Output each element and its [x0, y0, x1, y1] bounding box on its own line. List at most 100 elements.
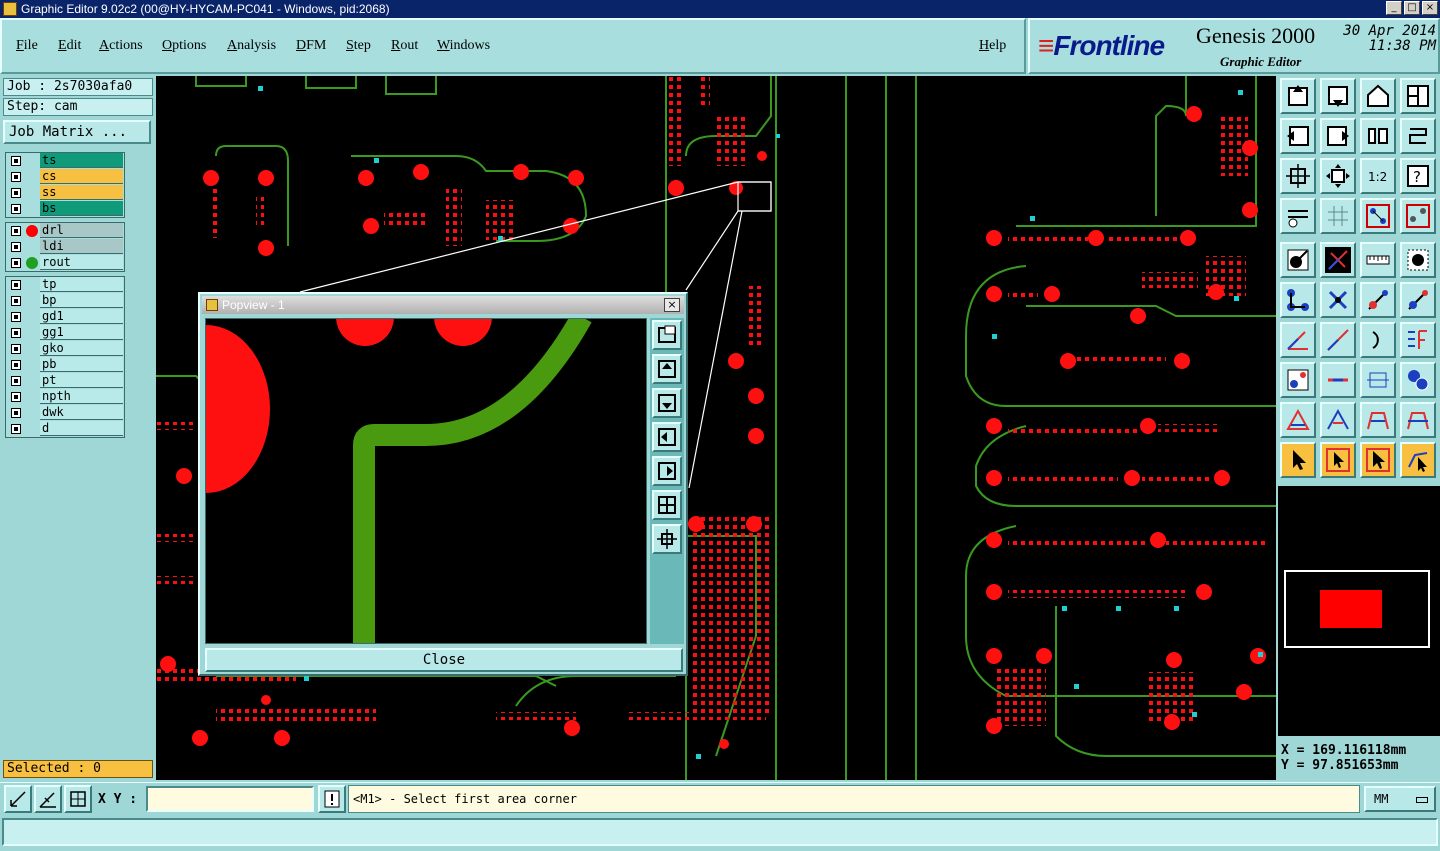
snap-layers-icon[interactable] [1360, 198, 1396, 234]
move-down-icon[interactable] [1320, 78, 1356, 114]
layer-checkbox[interactable] [11, 424, 21, 434]
snap-corner-icon[interactable] [4, 785, 32, 813]
layer-row-rout[interactable]: rout [6, 255, 124, 271]
xy-input[interactable] [146, 786, 314, 812]
menu-step[interactable]: Step [346, 38, 371, 54]
menu-rout[interactable]: Rout [391, 38, 418, 54]
menu-options[interactable]: Options [162, 38, 206, 54]
connect-pads-icon[interactable] [1280, 282, 1316, 318]
snap-angle-icon[interactable] [34, 785, 62, 813]
select-pointer-alt-icon[interactable] [1360, 442, 1396, 478]
zoom-home-icon[interactable] [1280, 158, 1316, 194]
popview-pan-left-button[interactable] [652, 422, 682, 452]
redraw-icon[interactable] [1400, 118, 1436, 154]
angle-line-icon[interactable] [1280, 322, 1316, 358]
grid-icon[interactable] [1320, 198, 1356, 234]
menu-edit[interactable]: Edit [58, 38, 81, 54]
layer-row-ldi[interactable]: ldi [6, 239, 124, 255]
layer-checkbox[interactable] [11, 328, 21, 338]
house-icon[interactable] [1360, 78, 1396, 114]
layer-checkbox[interactable] [11, 280, 21, 290]
layer-row-cs[interactable]: cs [6, 169, 124, 185]
layer-checkbox[interactable] [11, 226, 21, 236]
layer-row-ss[interactable]: ss [6, 185, 124, 201]
minimize-button[interactable]: _ [1386, 1, 1402, 15]
snap-grid-icon[interactable] [64, 785, 92, 813]
pan-right-icon[interactable] [1320, 118, 1356, 154]
popview-close-icon[interactable]: × [664, 298, 680, 312]
layer-row-d[interactable]: d [6, 421, 124, 437]
measure-icon[interactable] [1320, 242, 1356, 278]
select-pointer-icon[interactable] [1280, 442, 1316, 478]
line-pad-alt-icon[interactable] [1400, 282, 1436, 318]
layer-checkbox[interactable] [11, 296, 21, 306]
diagonal-line-icon[interactable] [1320, 322, 1356, 358]
zoom-center-icon[interactable] [1320, 158, 1356, 194]
popview-zoom-in-button[interactable] [652, 490, 682, 520]
job-matrix-button[interactable]: Job Matrix ... [3, 120, 151, 144]
popview-pan-up-button[interactable] [652, 354, 682, 384]
popview-pan-down-button[interactable] [652, 388, 682, 418]
layer-checkbox[interactable] [11, 172, 21, 182]
menu-analysis[interactable]: Analysis [227, 38, 276, 54]
cross-pads-icon[interactable] [1320, 282, 1356, 318]
pan-left-icon[interactable] [1280, 118, 1316, 154]
zoom-1to2-icon[interactable]: 1:2 [1360, 158, 1396, 194]
layer-checkbox[interactable] [11, 344, 21, 354]
surface-icon[interactable] [1360, 402, 1396, 438]
popview-zoom-out-button[interactable] [652, 524, 682, 554]
layer-row-tp[interactable]: tp [6, 277, 124, 293]
layer-row-gg1[interactable]: gg1 [6, 325, 124, 341]
layer-checkbox[interactable] [11, 156, 21, 166]
ruler-icon[interactable] [1360, 242, 1396, 278]
surface-edit-icon[interactable] [1400, 402, 1436, 438]
layer-row-ts[interactable]: ts [6, 153, 124, 169]
line-add-icon[interactable] [1320, 362, 1356, 398]
dimension-icon[interactable] [1360, 362, 1396, 398]
pad-select-icon[interactable] [1400, 242, 1436, 278]
layer-checkbox[interactable] [11, 242, 21, 252]
layer-checkbox[interactable] [11, 204, 21, 214]
close-window-button[interactable]: × [1422, 1, 1438, 15]
overview-window[interactable] [1278, 486, 1440, 736]
layer-checkbox[interactable] [11, 312, 21, 322]
popview-canvas[interactable] [205, 318, 647, 644]
pad-group-icon[interactable] [1400, 362, 1436, 398]
line-pad-icon[interactable] [1360, 282, 1396, 318]
add-feature-icon[interactable] [1280, 242, 1316, 278]
popview-titlebar[interactable]: Popview - 1 × [202, 296, 684, 314]
home-up-icon[interactable] [1280, 78, 1316, 114]
layer-row-gd1[interactable]: gd1 [6, 309, 124, 325]
pad-add-icon[interactable] [1280, 362, 1316, 398]
menu-dfm[interactable]: DFM [296, 38, 326, 54]
layer-checkbox[interactable] [11, 188, 21, 198]
menu-windows[interactable]: Windows [437, 38, 490, 54]
text-feature-icon[interactable] [1400, 322, 1436, 358]
alert-icon[interactable] [318, 785, 346, 813]
popview-pan-right-button[interactable] [652, 456, 682, 486]
layer-row-npth[interactable]: npth [6, 389, 124, 405]
swap-view-icon[interactable] [1360, 118, 1396, 154]
layer-row-pb[interactable]: pb [6, 357, 124, 373]
layer-row-drl[interactable]: drl [6, 223, 124, 239]
layer-checkbox[interactable] [11, 258, 21, 268]
tools-icon[interactable] [1280, 198, 1316, 234]
layer-row-pt[interactable]: pt [6, 373, 124, 389]
arc-icon[interactable] [1360, 322, 1396, 358]
layer-checkbox[interactable] [11, 360, 21, 370]
layer-row-gko[interactable]: gko [6, 341, 124, 357]
layer-checkbox[interactable] [11, 392, 21, 402]
layer-row-bs[interactable]: bs [6, 201, 124, 217]
menu-help[interactable]: Help [979, 38, 1006, 54]
layer-checkbox[interactable] [11, 408, 21, 418]
menu-actions[interactable]: Actions [99, 38, 143, 54]
layer-checkbox[interactable] [11, 376, 21, 386]
layer-row-bp[interactable]: bp [6, 293, 124, 309]
select-box-icon[interactable] [1320, 442, 1356, 478]
maximize-button[interactable]: □ [1404, 1, 1420, 15]
help-query-icon[interactable]: ? [1400, 158, 1436, 194]
polygon-icon[interactable] [1280, 402, 1316, 438]
menu-file[interactable]: File [16, 38, 38, 54]
snap-options-icon[interactable] [1400, 198, 1436, 234]
window-split-icon[interactable] [1400, 78, 1436, 114]
